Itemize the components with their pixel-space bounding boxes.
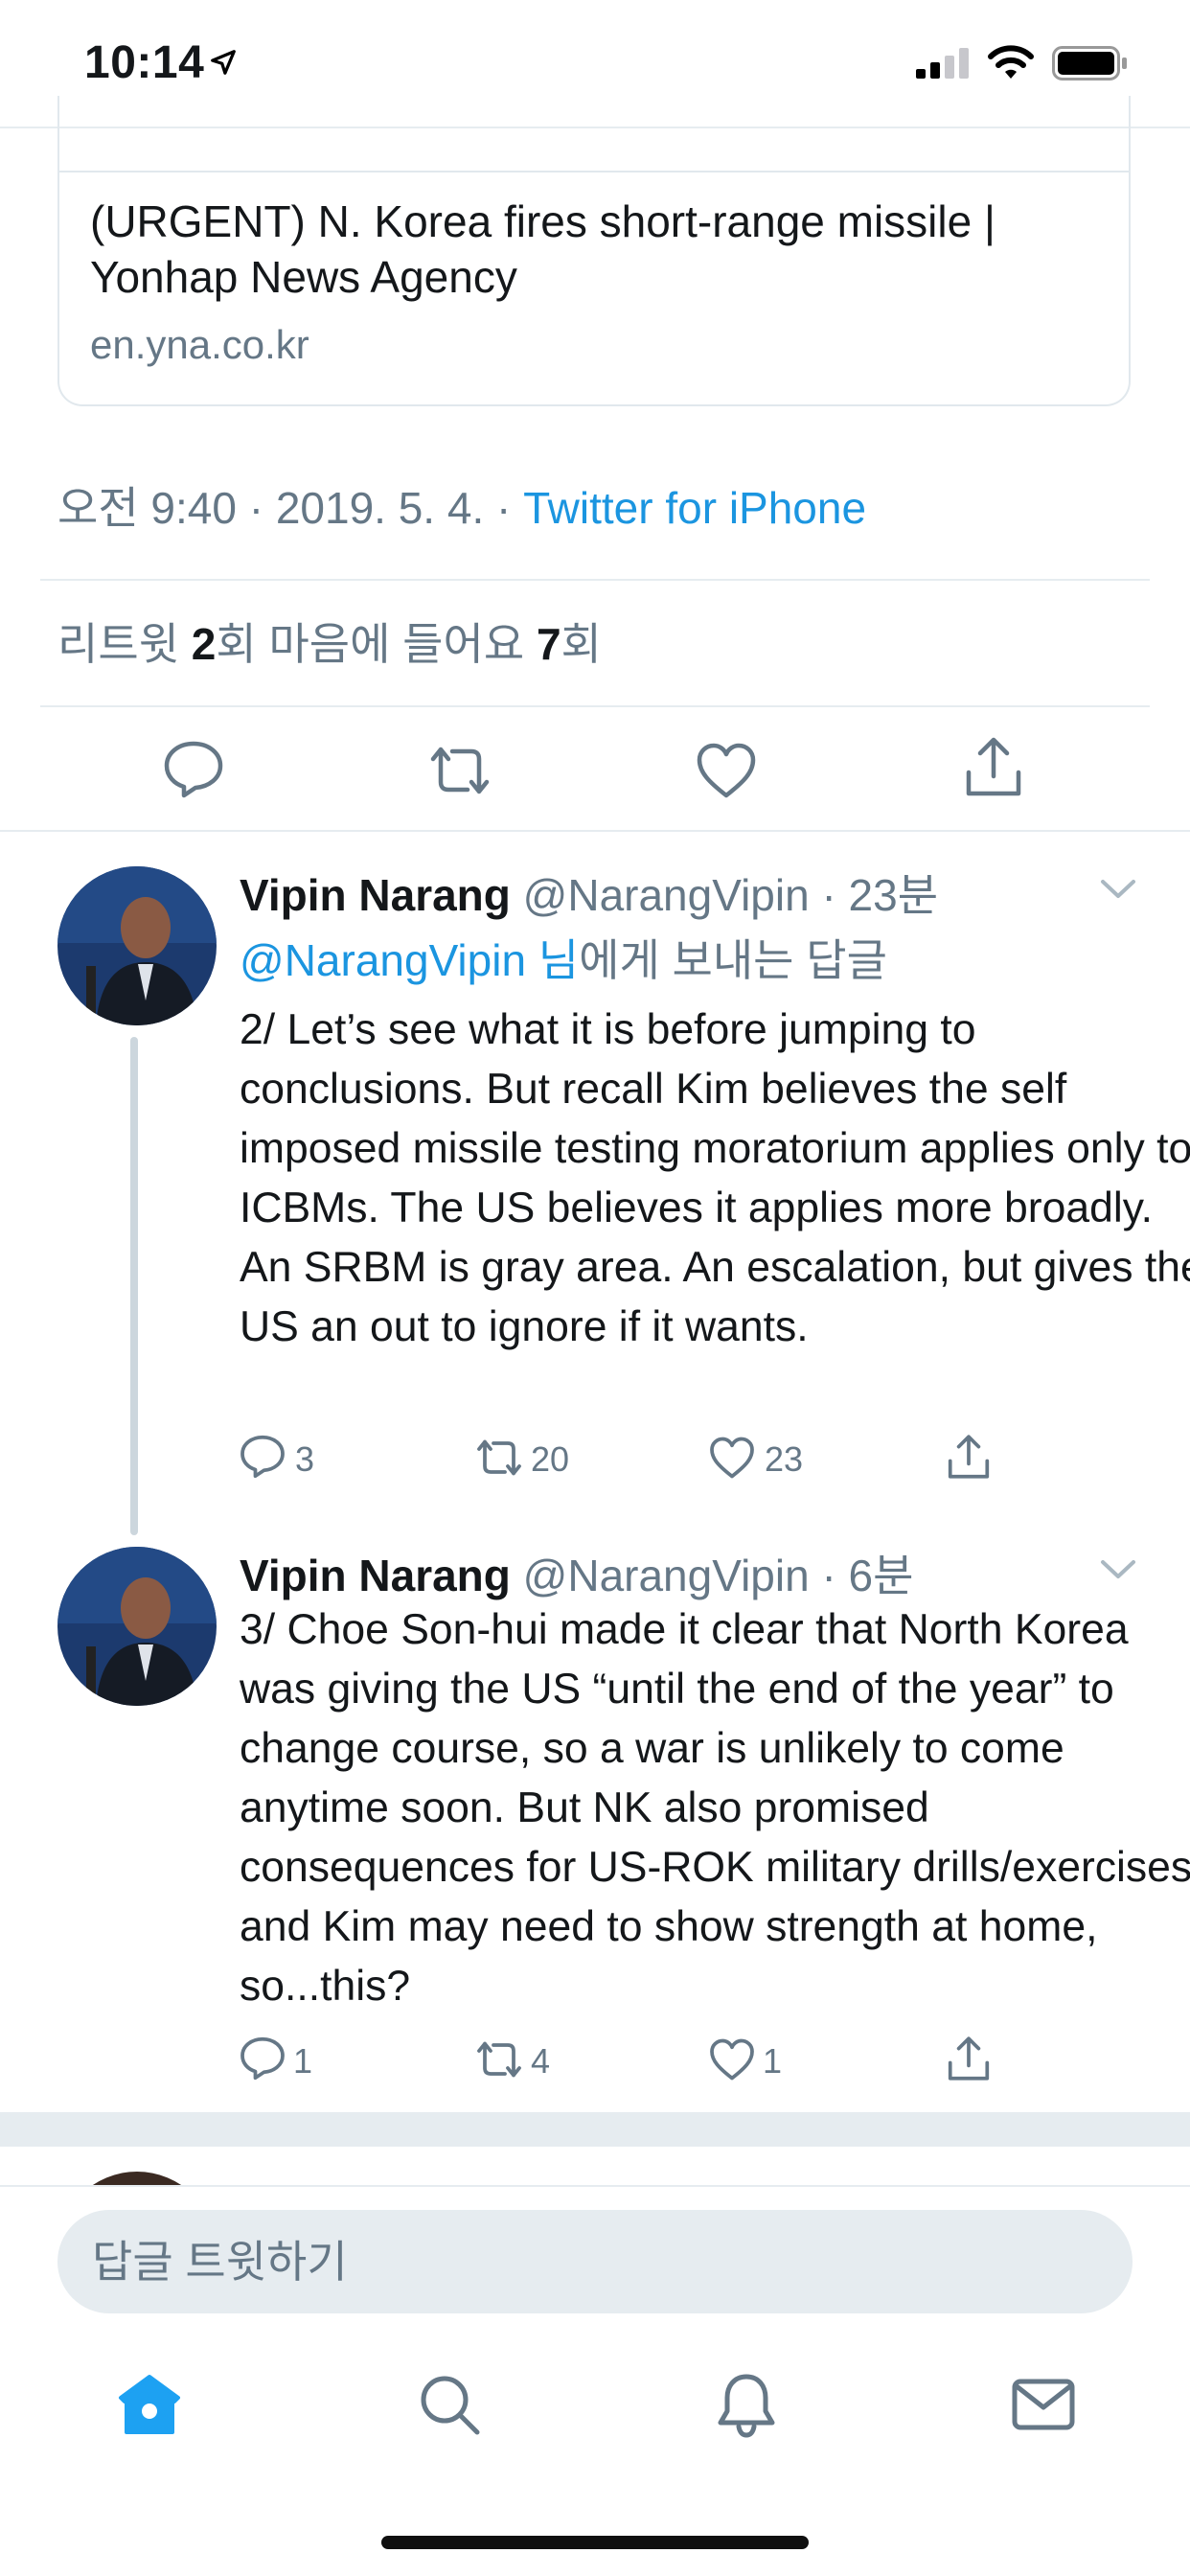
reply-compose-input[interactable]: 답글 트윗하기 — [57, 2210, 1133, 2313]
retweet-count: 20 — [531, 1439, 570, 1479]
likes-suffix: 회 — [561, 619, 602, 669]
search-icon[interactable] — [418, 2373, 481, 2436]
wifi-icon — [988, 45, 1034, 79]
stats-divider — [40, 705, 1150, 707]
notifications-icon[interactable] — [717, 2371, 776, 2438]
reply-count: 3 — [295, 1439, 315, 1479]
share-icon[interactable] — [947, 2034, 991, 2083]
bottom-tab-bar — [0, 2329, 1190, 2482]
like-count: 1 — [763, 2041, 783, 2081]
replying-to: @NarangVipin 님에게 보내는 답글 — [240, 926, 887, 989]
tweet-stats[interactable]: 리트윗 2회 마음에 들어요 7회 — [57, 610, 602, 673]
share-icon[interactable] — [964, 734, 1023, 799]
reply-header: Vipin Narang @NarangVipin · 23분 — [240, 861, 938, 924]
thread-connector — [130, 1037, 138, 1535]
avatar[interactable] — [57, 1547, 217, 1706]
retweet-icon[interactable] — [473, 1436, 525, 1480]
author-handle-time: @NarangVipin · 23분 — [510, 870, 939, 920]
signal-icon — [916, 48, 969, 79]
home-indicator — [381, 2536, 809, 2549]
author-name[interactable]: Vipin Narang — [240, 1551, 511, 1600]
avatar[interactable] — [57, 866, 217, 1025]
messages-icon[interactable] — [1012, 2379, 1075, 2430]
link-card-media-divider — [57, 171, 1131, 172]
location-arrow-icon — [211, 50, 236, 75]
status-time: 10:14 — [84, 37, 205, 88]
meta-divider — [40, 579, 1150, 581]
retweets-count: 2 — [191, 619, 217, 669]
battery-icon — [1052, 46, 1127, 80]
tweet-text: 2/ Let’s see what it is before jumping t… — [240, 1006, 1190, 1350]
chevron-down-icon[interactable] — [1100, 1558, 1136, 1581]
author-name[interactable]: Vipin Narang — [240, 870, 511, 920]
tweet-source-link[interactable]: Twitter for iPhone — [523, 483, 866, 533]
reply-count: 1 — [293, 2041, 313, 2081]
share-icon[interactable] — [947, 1432, 991, 1482]
likes-count: 7 — [536, 619, 561, 669]
link-card-domain: en.yna.co.kr — [90, 322, 309, 367]
retweet-icon[interactable] — [425, 742, 494, 799]
author-handle-time: @NarangVipin · 6분 — [510, 1551, 914, 1600]
retweets-label: 리트윗 — [57, 619, 192, 669]
reply-to-suffix: 에게 보내는 답글 — [579, 935, 887, 985]
like-count: 23 — [765, 1439, 804, 1479]
likes-label: 회 마음에 들어요 — [216, 619, 537, 669]
retweet-icon[interactable] — [473, 2037, 525, 2082]
link-card-title[interactable]: (URGENT) N. Korea fires short-range miss… — [90, 194, 1096, 305]
tweet-text: 3/ Choe Son-hui made it clear that North… — [240, 1606, 1190, 2010]
reply-to-handle[interactable]: @NarangVipin 님 — [240, 935, 579, 985]
retweet-count: 4 — [531, 2041, 551, 2081]
home-icon[interactable] — [117, 2373, 182, 2436]
conversation-divider — [0, 830, 1190, 832]
reply-icon[interactable] — [240, 2036, 286, 2082]
like-icon[interactable] — [696, 742, 757, 799]
timestamp-text: 오전 9:40 · 2019. 5. 4. · — [57, 483, 524, 533]
tweet-timestamp: 오전 9:40 · 2019. 5. 4. · Twitter for iPho… — [57, 473, 866, 537]
section-separator — [0, 2112, 1190, 2147]
reply-icon[interactable] — [163, 740, 224, 799]
like-icon[interactable] — [709, 1436, 755, 1480]
like-icon[interactable] — [709, 2037, 755, 2082]
reply-header: Vipin Narang @NarangVipin · 6분 — [240, 1541, 913, 1604]
chevron-down-icon[interactable] — [1100, 878, 1136, 901]
reply-icon[interactable] — [240, 1434, 286, 1480]
